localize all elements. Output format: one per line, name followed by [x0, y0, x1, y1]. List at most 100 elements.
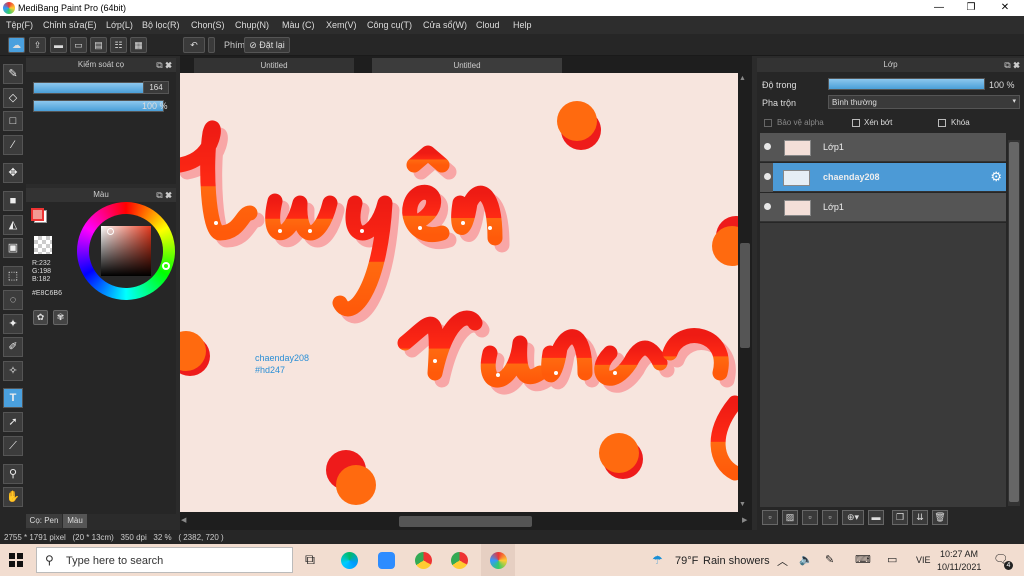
visibility-eye-icon[interactable]: [764, 143, 771, 150]
menu-layer[interactable]: Lớp(L): [106, 20, 133, 30]
menu-select[interactable]: Chọn(S): [191, 20, 225, 30]
select-tool-icon[interactable]: ⬚: [3, 266, 23, 286]
layer-row-selected[interactable]: chaenday208 ⚙: [773, 163, 1006, 192]
select-pen-tool-icon[interactable]: ✐: [3, 337, 23, 357]
weather-temp[interactable]: 79°F: [675, 555, 698, 567]
task-view-icon[interactable]: ⧉: [305, 551, 315, 568]
scroll-down-icon[interactable]: ▼: [739, 501, 746, 508]
scroll-up-icon[interactable]: ▲: [739, 75, 746, 82]
transparent-color-icon[interactable]: [34, 236, 52, 254]
visibility-eye-icon[interactable]: [764, 203, 771, 210]
taskbar-search-box[interactable]: ⚲ Type here to search: [36, 547, 293, 573]
menu-color[interactable]: Màu (C): [282, 20, 315, 30]
protect-alpha-checkbox[interactable]: [764, 119, 772, 127]
menu-cloud[interactable]: Cloud: [476, 20, 500, 30]
tab-untitled-2[interactable]: Untitled: [372, 58, 562, 73]
fill-rect-tool-icon[interactable]: ■: [3, 191, 23, 211]
clip-checkbox[interactable]: [852, 119, 860, 127]
share-icon[interactable]: ⇪: [29, 37, 46, 53]
add-layer-menu-icon[interactable]: ⊕▾: [842, 510, 864, 525]
minimize-button[interactable]: —: [922, 0, 956, 16]
tab-pen[interactable]: Cọ: Pen: [26, 514, 62, 528]
message-icon[interactable]: ▭: [70, 37, 87, 53]
divide-tool-icon[interactable]: ⟋: [3, 436, 23, 456]
clock-time[interactable]: 10:27 AM: [940, 549, 978, 559]
layer-row[interactable]: Lớp1: [760, 133, 1006, 162]
clock-date[interactable]: 10/11/2021: [937, 562, 981, 572]
document-icon[interactable]: ▤: [90, 37, 107, 53]
pen-input-icon[interactable]: ✎: [825, 553, 834, 566]
hand-tool-icon[interactable]: ✋: [3, 487, 23, 507]
hue-handle[interactable]: [162, 262, 170, 270]
grid-list-icon[interactable]: ☷: [110, 37, 127, 53]
folder-icon[interactable]: ▬: [868, 510, 884, 525]
duplicate-layer-icon[interactable]: ❐: [892, 510, 908, 525]
windows-start-icon[interactable]: [9, 553, 23, 567]
display-icon[interactable]: ▭: [887, 553, 897, 566]
visibility-eye-icon[interactable]: [764, 173, 771, 180]
grid-icon[interactable]: ▦: [130, 37, 147, 53]
chrome-icon[interactable]: [415, 552, 432, 569]
new-8bit-layer-icon[interactable]: ▫: [802, 510, 818, 525]
menu-edit[interactable]: Chỉnh sửa(E): [43, 20, 97, 30]
panel-close-icon[interactable]: ⧉ ✖: [1004, 58, 1020, 72]
panel-close-icon[interactable]: ⧉ ✖: [156, 188, 172, 202]
select-eraser-tool-icon[interactable]: ✧: [3, 361, 23, 381]
bucket-tool-icon[interactable]: ◭: [3, 215, 23, 235]
scroll-left-icon[interactable]: ◀: [181, 516, 186, 524]
palette-add-icon[interactable]: ✾: [53, 310, 68, 325]
menu-view[interactable]: Xem(V): [326, 20, 357, 30]
eraser-tool-icon[interactable]: ◇: [3, 88, 23, 108]
layer-scroll-thumb[interactable]: [1009, 142, 1019, 502]
menu-tools[interactable]: Công cụ(T): [367, 20, 412, 30]
panel-close-icon[interactable]: ⧉ ✖: [156, 58, 172, 72]
new-1bit-layer-icon[interactable]: ▫: [822, 510, 838, 525]
horizontal-scroll-thumb[interactable]: [399, 516, 532, 527]
menu-capture[interactable]: Chụp(N): [235, 20, 269, 30]
language-indicator[interactable]: VIE: [916, 555, 931, 565]
color-wheel[interactable]: [77, 202, 175, 300]
redo-handle[interactable]: [208, 37, 215, 53]
layer-list-scrollbar[interactable]: [1008, 140, 1020, 506]
vertical-scroll-thumb[interactable]: [740, 243, 750, 348]
layer-settings-gear-icon[interactable]: ⚙: [990, 169, 1002, 185]
layer-row[interactable]: Lớp1: [760, 193, 1006, 222]
tab-color[interactable]: Màu: [63, 514, 87, 528]
scroll-right-icon[interactable]: ▶: [742, 516, 747, 524]
keyboard-icon[interactable]: ⌨: [855, 553, 871, 566]
chevron-up-icon[interactable]: ︿: [777, 553, 788, 569]
cloud-icon[interactable]: ☁: [8, 37, 25, 53]
tab-untitled-1[interactable]: Untitled: [194, 58, 354, 73]
chrome-icon-2[interactable]: [451, 552, 468, 569]
magic-wand-tool-icon[interactable]: ✦: [3, 314, 23, 334]
canvas-vertical-scrollbar[interactable]: ▲ ▼: [738, 73, 752, 512]
drawing-canvas[interactable]: chaenday208 #hd247: [180, 73, 738, 512]
rectangle-tool-icon[interactable]: □: [3, 111, 23, 131]
comment-icon[interactable]: ▬: [50, 37, 67, 53]
gradient-tool-icon[interactable]: ▣: [3, 238, 23, 258]
reset-button[interactable]: ⊘ Đặt lại: [244, 37, 290, 53]
undo-arrow-icon[interactable]: ↶: [183, 37, 205, 53]
menu-filter[interactable]: Bộ lọc(R): [142, 20, 180, 30]
text-tool-icon[interactable]: T: [3, 388, 23, 408]
new-layer-icon[interactable]: ▫: [762, 510, 778, 525]
palette-icon[interactable]: ✿: [33, 310, 48, 325]
operation-tool-icon[interactable]: ➚: [3, 412, 23, 432]
eyedropper-tool-icon[interactable]: ⚲: [3, 464, 23, 484]
brush-size-value[interactable]: 164: [143, 81, 169, 94]
lock-checkbox[interactable]: [938, 119, 946, 127]
move-tool-icon[interactable]: ✥: [3, 163, 23, 183]
canvas-horizontal-scrollbar[interactable]: ◀ ▶: [180, 512, 752, 530]
zoom-app-icon[interactable]: [378, 552, 395, 569]
lasso-tool-icon[interactable]: ◌: [3, 290, 23, 310]
menu-window[interactable]: Cửa sổ(W): [423, 20, 467, 30]
color-picker-handle[interactable]: [107, 228, 114, 235]
dot-brush-tool-icon[interactable]: ⁄: [3, 135, 23, 155]
trash-icon[interactable]: 🗑: [932, 510, 948, 525]
merge-layer-icon[interactable]: ⇊: [912, 510, 928, 525]
maximize-button[interactable]: ❐: [954, 0, 988, 16]
layer-opacity-slider[interactable]: [828, 78, 985, 90]
blend-mode-select[interactable]: Bình thường ▾: [828, 95, 1020, 109]
volume-icon[interactable]: 🔈: [799, 553, 813, 566]
weather-text[interactable]: Rain showers: [703, 555, 770, 567]
